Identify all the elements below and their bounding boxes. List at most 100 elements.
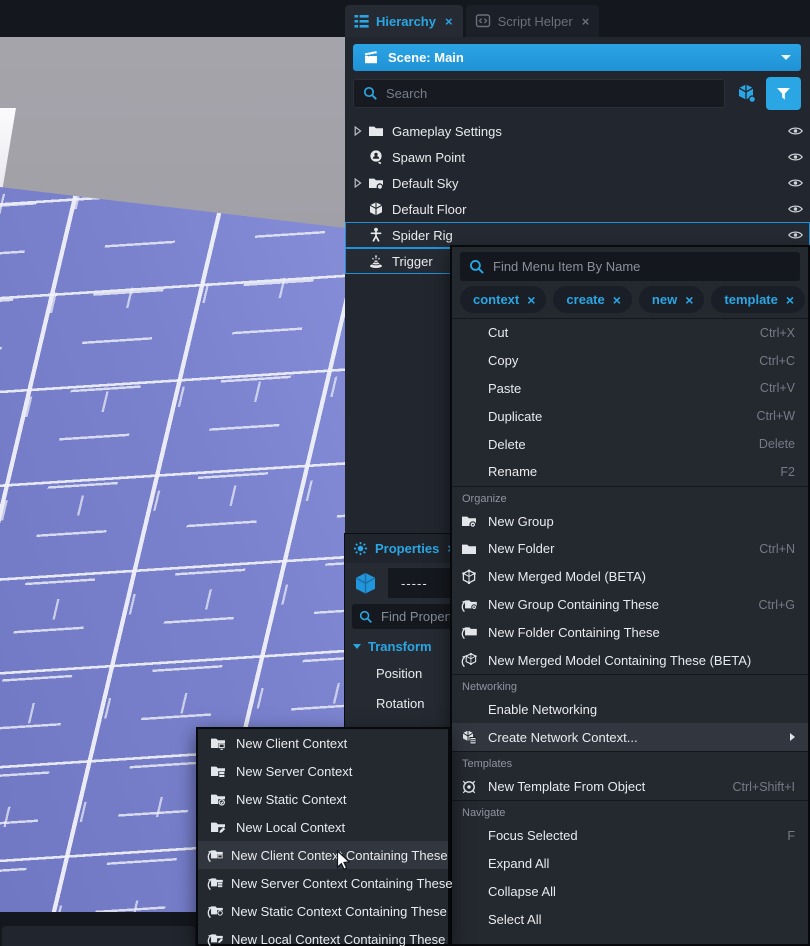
visibility-eye-icon[interactable] (788, 204, 803, 214)
menu-item-label: Collapse All (488, 884, 556, 899)
scene-selector[interactable]: Scene: Main (353, 44, 801, 71)
folder-gear-icon (458, 513, 479, 529)
menu-section-header-navigate: Navigate (452, 800, 808, 822)
menu-item-rename[interactable]: RenameF2 (452, 458, 808, 486)
menu-item-new-folder[interactable]: New FolderCtrl+N (452, 535, 808, 563)
tree-row-gameplay-settings[interactable]: Gameplay Settings (345, 118, 810, 144)
submenu-item-label: New Server Context (236, 764, 352, 779)
chevron-down-icon (781, 55, 791, 60)
remove-filter-icon[interactable]: × (786, 292, 794, 308)
menu-item-create-network-context[interactable]: Create Network Context... (452, 723, 808, 751)
tree-row-spawn-point[interactable]: Spawn Point (345, 144, 810, 170)
menu-item-shortcut: Delete (759, 437, 795, 451)
remove-filter-icon[interactable]: × (685, 292, 693, 308)
menu-item-new-group-containing-these[interactable]: New Group Containing TheseCtrl+G (452, 591, 808, 619)
property-search[interactable] (352, 604, 451, 629)
filter-button[interactable] (766, 77, 801, 110)
folder-arrow-icon (458, 624, 479, 640)
filter-chip-context[interactable]: context× (460, 286, 546, 313)
properties-tab-label: Properties (375, 541, 439, 556)
menu-item-label: Paste (488, 381, 521, 396)
menu-item-label: Duplicate (488, 409, 542, 424)
visibility-eye-icon[interactable] (788, 126, 803, 136)
menu-item-label: Select All (488, 912, 541, 927)
filter-chip-template[interactable]: template× (711, 286, 805, 313)
local-context-icon (207, 819, 228, 835)
menu-item-label: Rename (488, 464, 537, 479)
menu-item-new-merged-model-beta[interactable]: New Merged Model (BETA) (452, 563, 808, 591)
menu-item-delete[interactable]: Delete Delete (452, 430, 808, 458)
visibility-eye-icon[interactable] (788, 230, 803, 240)
menu-item-shortcut: Ctrl+N (759, 542, 795, 556)
submenu-item-new-client-context[interactable]: New Client Context (198, 729, 448, 757)
filter-chip-label: new (652, 292, 677, 307)
submenu-item-new-server-context[interactable]: New Server Context (198, 757, 448, 785)
expand-caret-icon[interactable] (351, 126, 364, 136)
tree-item-label: Default Sky (392, 176, 458, 191)
submenu-item-new-server-context-containing-these[interactable]: New Server Context Containing These (198, 869, 448, 897)
menu-search-input[interactable] (493, 259, 791, 274)
submenu-item-new-local-context-containing-these[interactable]: New Local Context Containing These (198, 925, 448, 946)
visibility-eye-icon[interactable] (788, 152, 803, 162)
menu-section-header-networking: Networking (452, 674, 808, 696)
menu-item-enable-networking[interactable]: Enable Networking (452, 696, 808, 724)
menu-item-shortcut: Ctrl+X (760, 326, 795, 340)
asset-filter-icon[interactable] (734, 81, 759, 106)
script-helper-icon (475, 13, 491, 29)
menu-item-collapse-all[interactable]: Collapse All (452, 878, 808, 906)
expand-caret-icon[interactable] (351, 178, 364, 188)
property-row-rotation[interactable]: Rotation (345, 688, 451, 718)
menu-item-select-all[interactable]: Select All (452, 905, 808, 933)
menu-item-shortcut: Ctrl+G (759, 598, 795, 612)
tab-script-helper[interactable]: Script Helper × (466, 5, 600, 37)
submenu-item-label: New Client Context (236, 736, 347, 751)
menu-item-expand-all[interactable]: Expand All (452, 850, 808, 878)
tree-item-label: Default Floor (392, 202, 466, 217)
submenu-item-label: New Static Context (236, 792, 347, 807)
remove-filter-icon[interactable]: × (527, 292, 535, 308)
menu-item-duplicate[interactable]: DuplicateCtrl+W (452, 402, 808, 430)
filter-chip-new[interactable]: new × (639, 286, 704, 313)
hierarchy-search[interactable] (353, 79, 725, 108)
menu-item-new-merged-model-containing-these-beta[interactable]: New Merged Model Containing These (BETA) (452, 646, 808, 674)
tree-item-label: Spider Rig (392, 228, 453, 243)
menu-item-shortcut: Ctrl+V (760, 381, 795, 395)
menu-item-label: Enable Networking (488, 702, 597, 717)
rig-icon (366, 227, 385, 243)
tree-row-default-sky[interactable]: Default Sky (345, 170, 810, 196)
submenu-item-new-local-context[interactable]: New Local Context (198, 813, 448, 841)
submenu-item-label: New Local Context (236, 820, 345, 835)
visibility-eye-icon[interactable] (788, 178, 803, 188)
tree-row-default-floor[interactable]: Default Floor (345, 196, 810, 222)
hierarchy-search-input[interactable] (386, 86, 715, 101)
template-icon (458, 779, 479, 795)
properties-tab[interactable]: Properties × (345, 534, 451, 563)
menu-item-label: Delete (488, 437, 526, 452)
tab-hierarchy[interactable]: Hierarchy × (345, 5, 463, 37)
filter-chip-create[interactable]: create× (553, 286, 632, 313)
submenu-item-label: New Client Context Containing These (231, 848, 448, 863)
menu-item-label: New Merged Model (BETA) (488, 569, 646, 584)
transform-section-header[interactable]: Transform (345, 629, 451, 658)
object-name-field[interactable]: ----- (388, 568, 451, 598)
tab-script-helper-label: Script Helper (498, 14, 573, 29)
submenu-item-new-client-context-containing-these[interactable]: New Client Context Containing These (198, 841, 448, 869)
menu-item-focus-selected[interactable]: Focus SelectedF (452, 822, 808, 850)
submenu-item-new-static-context[interactable]: New Static Context (198, 785, 448, 813)
local-context-arrow-icon (207, 931, 223, 946)
object-cube-icon (352, 570, 379, 597)
close-icon[interactable]: × (582, 14, 590, 29)
property-search-input[interactable] (381, 609, 451, 624)
menu-item-paste[interactable]: Paste Ctrl+V (452, 375, 808, 403)
menu-search[interactable] (460, 252, 800, 281)
menu-item-copy[interactable]: CopyCtrl+C (452, 347, 808, 375)
submenu-item-new-static-context-containing-these[interactable]: New Static Context Containing These (198, 897, 448, 925)
menu-item-cut[interactable]: CutCtrl+X (452, 319, 808, 347)
remove-filter-icon[interactable]: × (613, 292, 621, 308)
menu-item-new-group[interactable]: New Group (452, 507, 808, 535)
menu-item-new-folder-containing-these[interactable]: New Folder Containing These (452, 618, 808, 646)
network-context-icon (458, 729, 479, 745)
close-icon[interactable]: × (445, 14, 453, 29)
menu-item-new-template-from-object[interactable]: New Template From ObjectCtrl+Shift+I (452, 773, 808, 801)
property-row-position[interactable]: Position (345, 658, 451, 688)
